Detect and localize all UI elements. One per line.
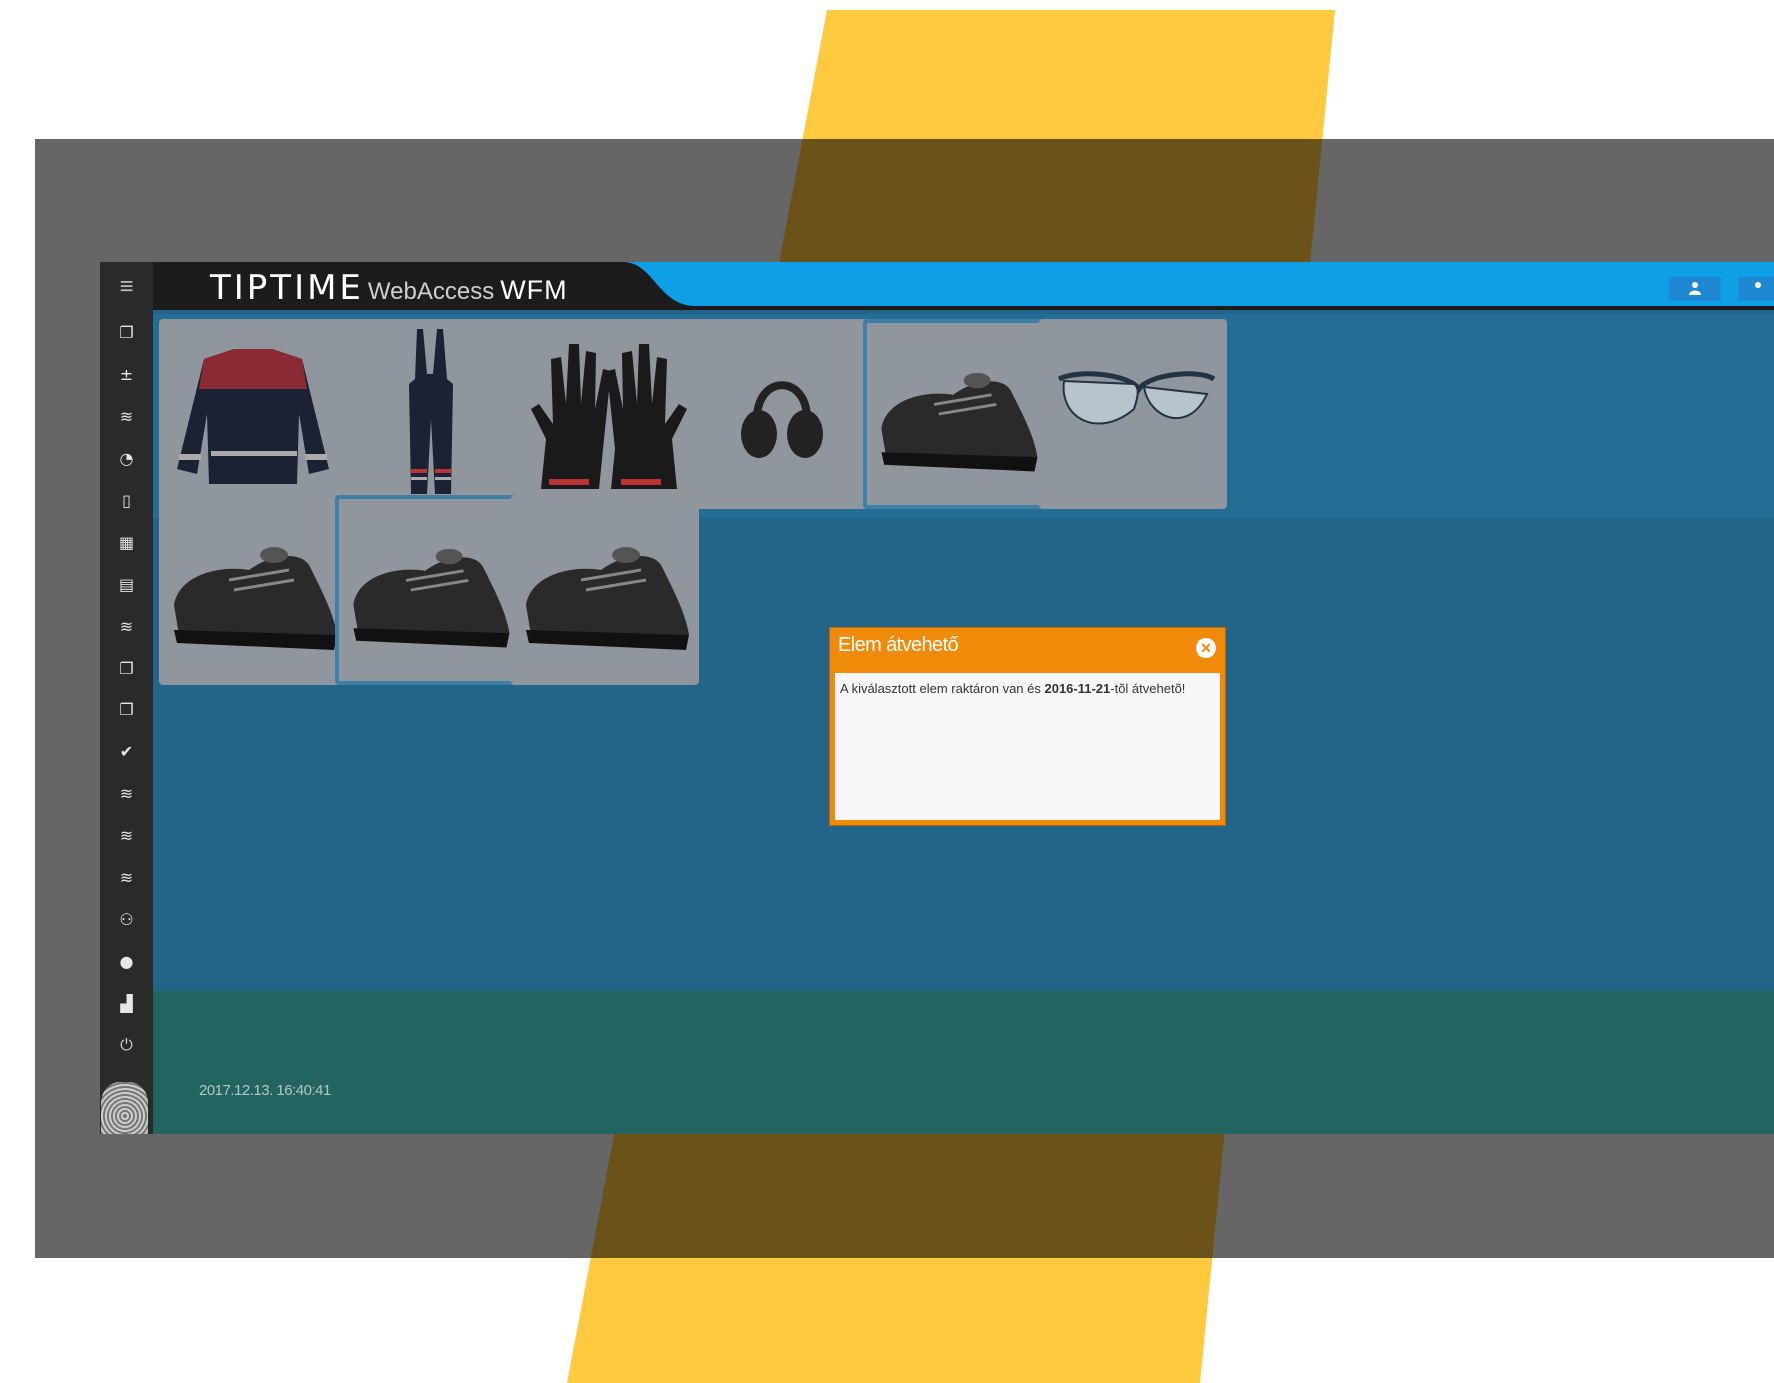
top-header: TIPTIME WebAccess WFM [153,262,1774,310]
tile-safety-shoe-4[interactable] [511,495,699,685]
tile-ear-muffs[interactable] [687,319,875,509]
documents-icon[interactable]: ❐ [100,647,153,689]
users-icon[interactable]: ⚇ [100,898,153,940]
brand-suffix: WFM [500,275,568,305]
glasses-image [1057,371,1216,425]
hamburger-menu-icon[interactable]: ≡ [100,262,153,312]
documents-icon[interactable]: ❐ [100,689,153,731]
calendar-icon[interactable]: ▤ [100,563,153,605]
database-icon[interactable]: ≋ [100,605,153,647]
bar-chart-icon[interactable]: ▟ [100,982,153,1024]
settings-button[interactable] [1738,277,1774,301]
tile-safety-shoe-3[interactable] [335,495,523,685]
shoe-image [353,548,510,648]
fingerprint-icon [101,1082,148,1134]
pie-chart-icon[interactable]: ◔ [100,438,153,480]
brand-logo: TIPTIME WebAccess WFM [210,268,568,308]
dialog-body-suffix: -tõl átvehetõ! [1110,681,1186,696]
tile-work-jacket[interactable] [159,319,347,509]
calendar-24-icon[interactable]: ▦ [100,521,153,563]
earmuffs-image [741,381,823,458]
database-icon[interactable]: ≋ [100,773,153,815]
overalls-image [409,329,453,494]
user-icon[interactable]: ● [100,940,153,982]
brand-sub: WebAccess [367,278,495,305]
tile-safety-shoe-1[interactable] [863,319,1051,509]
screenshot-stage: TIPTIME WebAccess WFM ≡ ❐ ± ≋ ◔ ▯ ▦ ▤ ≋ ❐ ❐ ✔ ≋ ≋ ≋ ⚇ ●… [0,0,1774,1383]
tile-safety-glasses[interactable] [1039,319,1227,509]
database-icon[interactable]: ≋ [100,815,153,857]
footer-band [153,991,1774,1134]
dialog-body: A kiválasztott elem raktáron van és 2016… [835,673,1220,820]
database-icon[interactable]: ≋ [100,396,153,438]
shoe-image [174,547,337,650]
documents-icon[interactable]: ❐ [100,312,153,354]
left-sidebar: ≡ ❐ ± ≋ ◔ ▯ ▦ ▤ ≋ ❐ ❐ ✔ ≋ ≋ ≋ ⚇ ● ▟ ⏻ [100,262,153,1134]
tile-gloves[interactable] [511,319,699,509]
database-icon[interactable]: ≋ [100,857,153,899]
plus-minus-icon[interactable]: ± [100,354,153,396]
user-icon [1751,281,1765,298]
user-icon [1688,281,1702,298]
power-icon[interactable]: ⏻ [100,1024,153,1066]
file-icon[interactable]: ▯ [100,480,153,522]
close-icon[interactable]: ✕ [1196,638,1216,658]
sidebar-items: ❐ ± ≋ ◔ ▯ ▦ ▤ ≋ ❐ ❐ ✔ ≋ ≋ ≋ ⚇ ● ▟ ⏻ [100,312,153,1066]
user-profile-button[interactable] [1669,277,1721,301]
shoe-image [526,547,689,650]
brand-main: TIPTIME [210,268,364,308]
tile-safety-shoe-2[interactable] [159,495,347,685]
tile-bib-trousers[interactable] [335,319,523,509]
timestamp: 2017.12.13. 16:40:41 [199,1082,331,1099]
shoe-image [881,372,1038,472]
dialog-title: Elem átvehető [838,634,959,656]
jacket-image [177,349,329,484]
gloves-image [531,344,687,489]
dialog-body-date: 2016-11-21 [1044,681,1111,696]
dialog-body-prefix: A kiválasztott elem raktáron van és [840,681,1045,696]
item-available-dialog: Elem átvehető ✕ A kiválasztott elem rakt… [829,627,1226,826]
check-icon[interactable]: ✔ [100,731,153,773]
